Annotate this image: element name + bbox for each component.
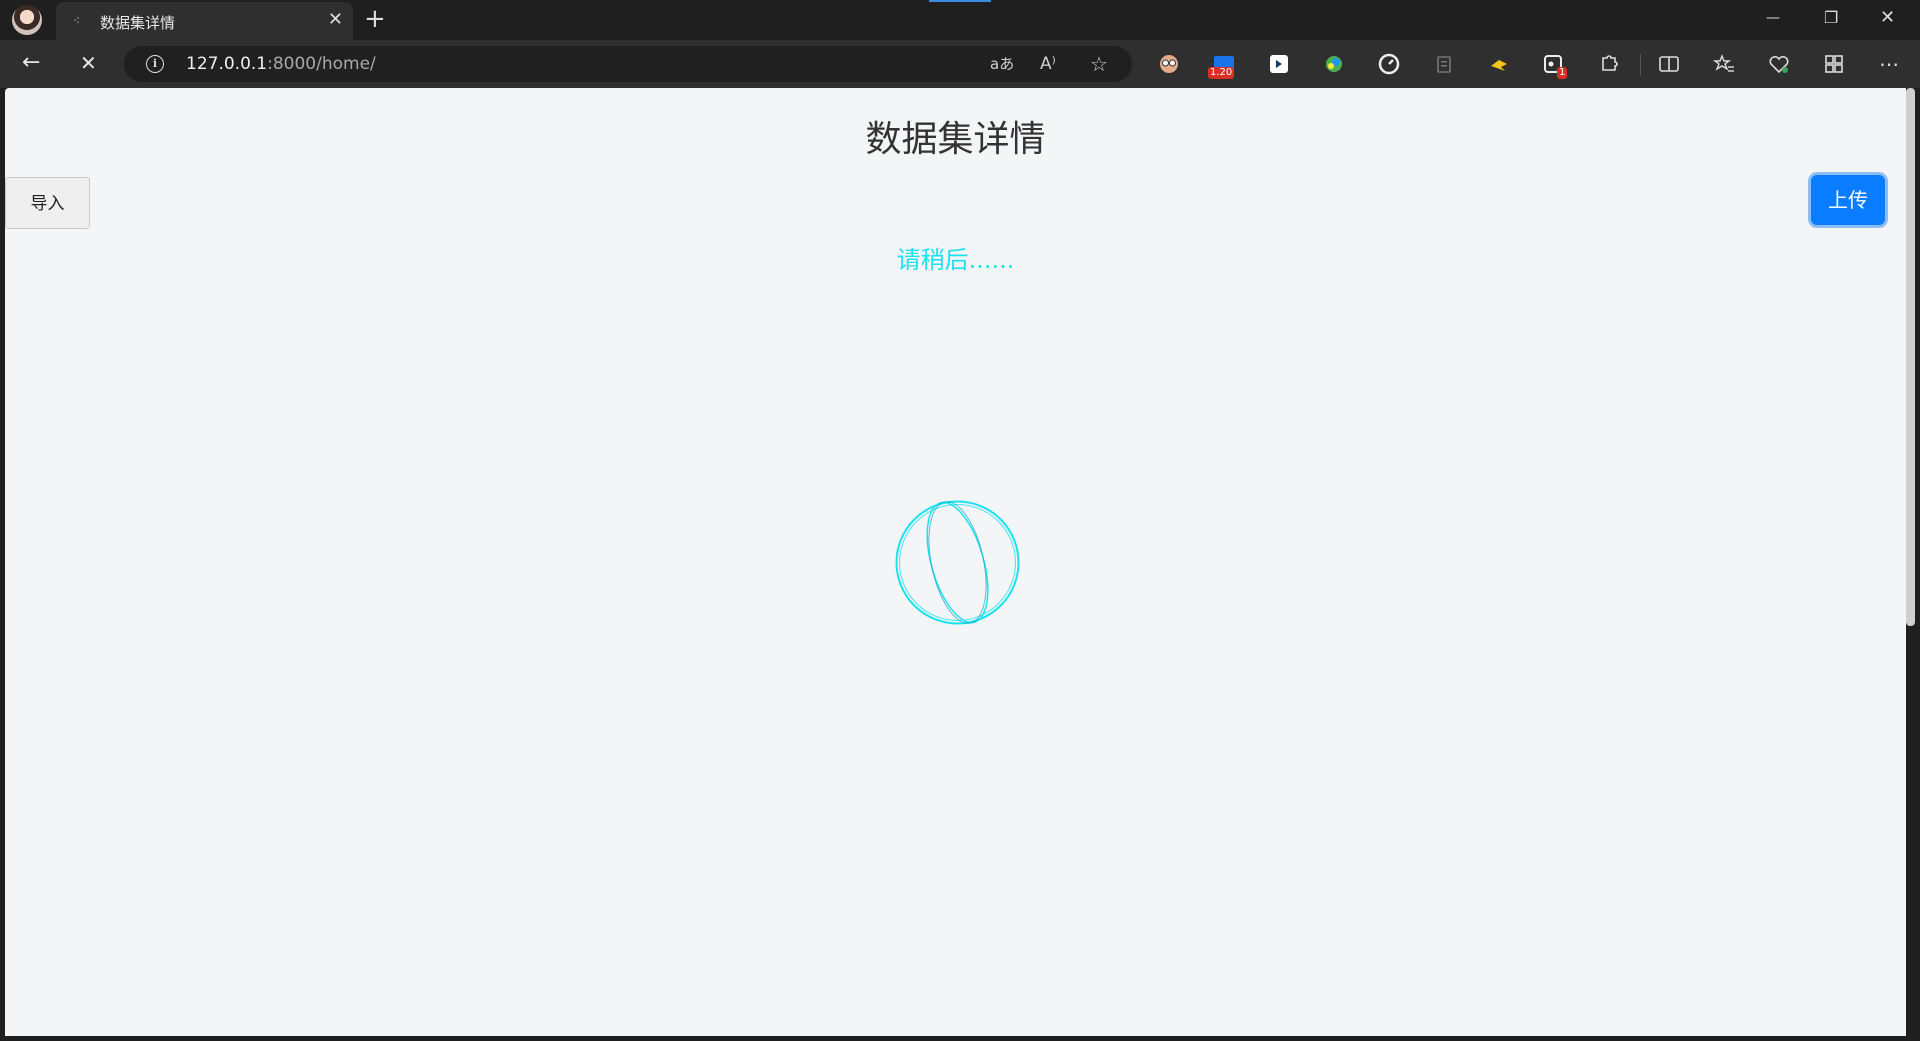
split-screen-icon[interactable]: [1657, 52, 1681, 76]
tab-title: 数据集详情: [100, 14, 176, 32]
tab-close-icon[interactable]: ✕: [328, 10, 343, 30]
page-viewport: 数据集详情 导入 上传 请稍后......: [5, 88, 1906, 1036]
page-title: 数据集详情: [865, 119, 1046, 160]
page-scrollbar[interactable]: [1906, 88, 1915, 626]
browser-tab[interactable]: ⁖ 数据集详情 ✕: [56, 2, 353, 40]
loading-spinner-icon: ⁖: [73, 14, 81, 28]
url-path: :8000/home/: [267, 54, 376, 74]
window-drag-indicator: [929, 0, 991, 2]
url-host: 127.0.0.1: [186, 54, 268, 74]
address-bar[interactable]: i 127.0.0.1:8000/home/ aあ A⁾ ☆: [124, 46, 1132, 82]
loading-message: 请稍后......: [896, 246, 1015, 274]
restore-icon[interactable]: ❐: [1824, 6, 1838, 30]
favorite-star-icon[interactable]: ☆: [1090, 53, 1108, 75]
upload-button[interactable]: 上传: [1811, 175, 1885, 225]
glasses-extension-icon[interactable]: [1157, 52, 1181, 76]
extensions-puzzle-icon[interactable]: [1597, 52, 1621, 76]
window-close-icon[interactable]: ✕: [1880, 6, 1895, 30]
browser-toolbar: ← ✕ i 127.0.0.1:8000/home/ aあ A⁾ ☆ 1.20 …: [0, 40, 1920, 88]
toolbar-separator: [1640, 54, 1641, 76]
favorites-icon[interactable]: [1712, 52, 1736, 76]
collections-icon[interactable]: [1822, 52, 1846, 76]
profile-avatar[interactable]: [12, 5, 42, 35]
back-arrow-icon[interactable]: ←: [22, 50, 40, 76]
loading-spinner-icon: [895, 500, 1020, 625]
browser-essentials-icon[interactable]: [1767, 52, 1791, 76]
import-button[interactable]: 导入: [5, 177, 90, 229]
title-bar: ⁖ 数据集详情 ✕ + — ❐ ✕: [0, 0, 1920, 40]
translate-icon[interactable]: aあ: [990, 53, 1014, 75]
camera-badge: 1: [1557, 67, 1568, 79]
speedometer-extension-icon[interactable]: [1377, 52, 1401, 76]
url-text[interactable]: 127.0.0.1:8000/home/: [186, 54, 376, 74]
site-info-icon[interactable]: i: [146, 55, 164, 73]
clipboard-extension-icon[interactable]: [1432, 52, 1456, 76]
color-picker-extension-icon[interactable]: [1322, 52, 1346, 76]
new-tab-button[interactable]: +: [364, 6, 386, 32]
read-aloud-icon[interactable]: A⁾: [1040, 53, 1056, 75]
yellow-bird-extension-icon[interactable]: [1487, 52, 1511, 76]
more-menu-icon[interactable]: ⋯: [1877, 52, 1901, 76]
speed-badge: 1.20: [1208, 67, 1235, 79]
minimize-icon[interactable]: —: [1766, 6, 1780, 30]
dark-extension-icon[interactable]: [1267, 52, 1291, 76]
stop-loading-icon[interactable]: ✕: [80, 50, 97, 76]
